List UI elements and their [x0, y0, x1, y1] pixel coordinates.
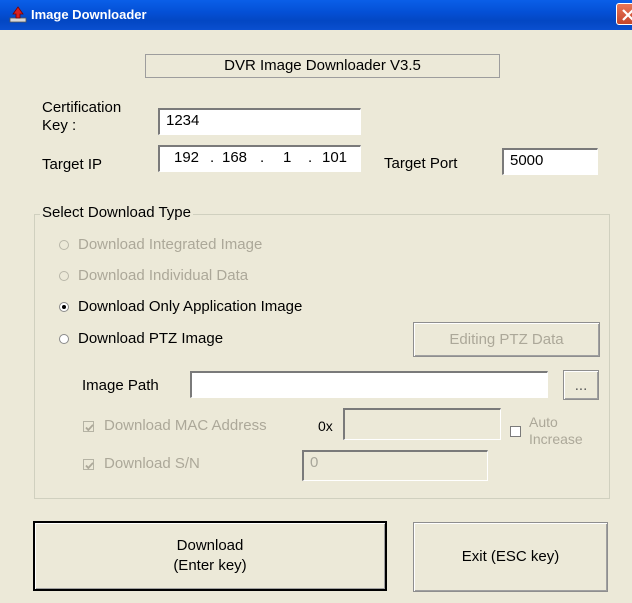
window-title: Image Downloader — [31, 7, 147, 22]
close-icon — [622, 9, 632, 21]
app-version-header: DVR Image Downloader V3.5 — [145, 54, 500, 78]
ip-octet-4[interactable]: 101 — [322, 149, 347, 166]
image-downloader-window: Image Downloader DVR Image Downloader V3… — [0, 0, 632, 603]
auto-increase-label-line1: Auto — [529, 414, 558, 430]
exit-button[interactable]: Exit (ESC key) — [413, 522, 608, 592]
radio-individual-data-label: Download Individual Data — [78, 267, 249, 284]
cert-key-input[interactable]: 1234 — [158, 108, 361, 135]
download-button-line1: Download — [176, 537, 244, 554]
target-ip-label: Target IP — [42, 156, 103, 173]
download-type-group-title: Select Download Type — [40, 204, 193, 221]
image-path-label: Image Path — [82, 377, 159, 394]
radio-individual-data[interactable] — [59, 271, 69, 281]
cert-key-label-line2: Key : — [42, 117, 77, 134]
downloader-app-icon — [9, 6, 27, 24]
radio-application-image[interactable] — [59, 302, 69, 312]
ip-octet-2[interactable]: 168 — [222, 149, 247, 166]
editing-ptz-data-button[interactable]: Editing PTZ Data — [413, 322, 600, 357]
checkmark-icon — [85, 462, 94, 470]
cert-key-label-line1: Certification — [42, 99, 122, 116]
radio-selected-dot — [62, 305, 66, 309]
mac-address-checkbox[interactable] — [83, 421, 94, 432]
ip-dot-2: . — [260, 149, 265, 166]
target-port-label: Target Port — [384, 155, 458, 172]
image-path-input[interactable] — [190, 371, 548, 398]
close-button[interactable] — [616, 3, 632, 25]
auto-increase-checkbox[interactable] — [510, 426, 521, 437]
radio-ptz-image-label: Download PTZ Image — [78, 330, 224, 347]
auto-increase-label-line2: Increase — [529, 431, 583, 447]
download-button[interactable]: Download (Enter key) — [33, 521, 387, 591]
mac-prefix-label: 0x — [318, 418, 333, 434]
ip-octet-3[interactable]: 1 — [283, 149, 291, 166]
title-bar[interactable]: Image Downloader — [0, 0, 632, 30]
mac-address-input[interactable] — [343, 408, 501, 440]
target-port-input[interactable]: 5000 — [502, 148, 598, 175]
mac-address-label: Download MAC Address — [104, 417, 267, 434]
ip-dot-3: . — [308, 149, 313, 166]
ip-octet-1[interactable]: 192 — [174, 149, 199, 166]
sn-label: Download S/N — [104, 455, 200, 472]
ip-dot-1: . — [210, 149, 215, 166]
download-button-line2: (Enter key) — [173, 557, 247, 574]
radio-ptz-image[interactable] — [59, 334, 69, 344]
browse-button[interactable]: ... — [563, 370, 599, 400]
auto-increase-label: Auto Increase — [529, 414, 583, 448]
cert-key-label: Certification Key : — [42, 99, 121, 135]
radio-application-image-label: Download Only Application Image — [78, 298, 303, 315]
radio-integrated-image[interactable] — [59, 240, 69, 250]
checkmark-icon — [85, 424, 94, 432]
target-ip-input[interactable]: 192 . 168 . 1 . 101 — [158, 145, 361, 172]
sn-input[interactable]: 0 — [302, 450, 488, 481]
sn-checkbox[interactable] — [83, 459, 94, 470]
radio-integrated-image-label: Download Integrated Image — [78, 236, 263, 253]
